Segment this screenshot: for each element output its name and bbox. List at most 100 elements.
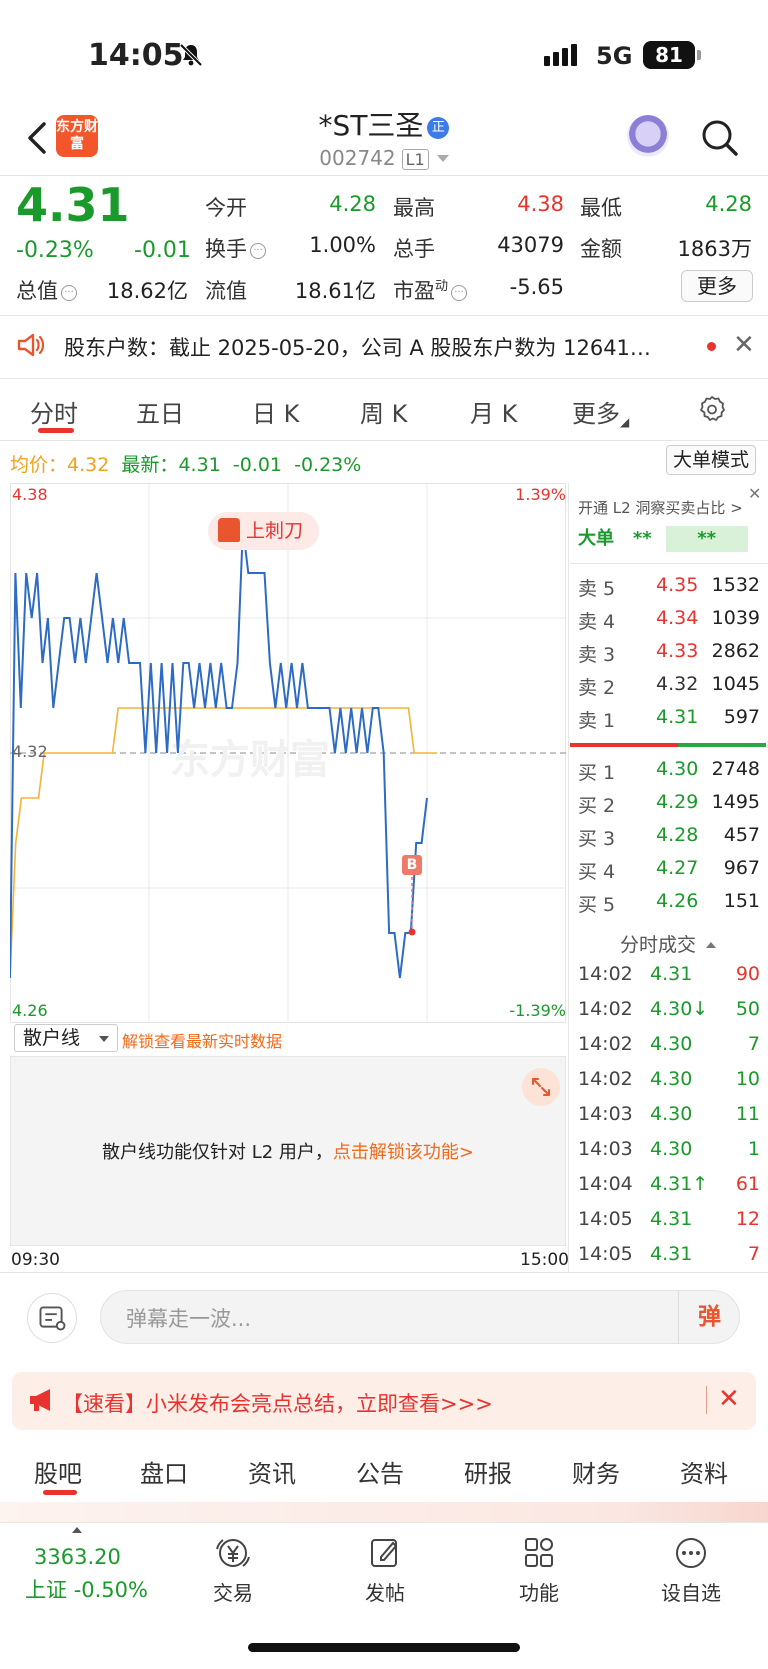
close-icon[interactable]: ✕ <box>748 484 761 503</box>
tab-active-indicator <box>43 1490 77 1495</box>
close-icon[interactable]: ✕ <box>733 330 755 360</box>
info-icon: ··· <box>451 285 468 301</box>
pe-label[interactable]: 市盈动 ··· <box>393 275 468 305</box>
promo-text[interactable]: 【速看】小米发布会亮点总结，立即查看>>> <box>62 1388 493 1418</box>
tab-finance[interactable]: 财务 <box>572 1454 620 1489</box>
tick-row: 14:03 4.30 11 <box>578 1103 760 1133</box>
x-end-label: 15:00 <box>520 1250 569 1270</box>
pattern-tag[interactable]: 上刺刀 <box>208 512 320 550</box>
tab-pankou[interactable]: 盘口 <box>140 1454 188 1489</box>
ticks-header[interactable]: 分时成交 <box>570 930 766 957</box>
tab-profile[interactable]: 资料 <box>680 1454 728 1489</box>
speaker-icon <box>17 333 45 357</box>
unlock-hint[interactable]: 解锁查看最新实时数据 <box>122 1028 282 1052</box>
battery-icon: 81 <box>643 41 695 69</box>
index-name: 上证 <box>25 1578 67 1602</box>
amount-label: 金额 <box>580 237 622 261</box>
gear-icon[interactable] <box>698 395 726 423</box>
index-name-row[interactable]: 上证 -0.50% <box>25 1574 148 1604</box>
divider <box>0 1272 768 1273</box>
tick-row: 14:02 4.30 10 <box>578 1068 760 1098</box>
ticks-title: 分时成交 <box>619 934 696 956</box>
ask-row: 卖 1 4.31 597 <box>578 706 760 734</box>
tick-price: 4.31 <box>650 1243 693 1265</box>
unlock-link[interactable]: 点击解锁该功能> <box>333 1142 474 1163</box>
nav-trade[interactable]: 交易 <box>188 1535 278 1606</box>
float-cap-label: 流值 <box>205 279 247 303</box>
ask-volume: 597 <box>723 706 760 728</box>
pe-superscript: 动 <box>435 279 449 294</box>
comment-settings-icon[interactable] <box>27 1293 77 1343</box>
tab-announcements[interactable]: 公告 <box>356 1454 404 1489</box>
turnover-label[interactable]: 换手 ··· <box>205 233 266 263</box>
intraday-chart[interactable]: 东方财富 <box>10 483 566 1023</box>
home-indicator <box>248 1643 520 1652</box>
bid-price: 4.28 <box>656 824 699 846</box>
edit-icon <box>371 1539 398 1567</box>
avg-value: 4.32 <box>67 454 110 476</box>
tab-research[interactable]: 研报 <box>464 1454 512 1489</box>
status-time: 14:05 <box>88 38 184 73</box>
tick-price: 4.30 <box>650 1138 693 1160</box>
pattern-icon <box>218 518 240 542</box>
big-order-mode-button[interactable]: 大单模式 <box>666 445 756 475</box>
volume-label: 总手 <box>393 237 435 261</box>
tab-monthly-k[interactable]: 月 K <box>470 394 517 429</box>
search-icon[interactable] <box>700 118 740 158</box>
volume-value: 43079 <box>497 233 564 257</box>
latest-pct: -0.23% <box>294 454 362 476</box>
status-bar: 14:05 5G 81 <box>0 0 768 100</box>
l2-promo-link[interactable]: 开通 L2 洞察买卖占比 > <box>578 497 743 518</box>
retail-message-text: 散户线功能仅针对 L2 用户， <box>101 1142 333 1163</box>
pe-value: -5.65 <box>509 275 564 299</box>
ask-row: 卖 5 4.35 1532 <box>578 574 760 602</box>
bid-label: 买 3 <box>578 828 616 850</box>
tab-active-indicator <box>38 428 74 433</box>
bid-row: 买 3 4.28 457 <box>578 824 760 852</box>
tab-weekly-k[interactable]: 周 K <box>360 394 407 429</box>
retail-line-select[interactable]: 散户线 <box>14 1024 118 1052</box>
retail-line-message: 散户线功能仅针对 L2 用户，点击解锁该功能> <box>10 1138 566 1164</box>
y-low-label: 4.26 <box>12 1001 48 1020</box>
open-label: 今开 <box>205 196 247 220</box>
bid-price: 4.27 <box>656 857 699 879</box>
nav-watchlist[interactable]: 设自选 <box>646 1535 736 1606</box>
expand-caret-icon[interactable] <box>72 1527 82 1533</box>
low-value: 4.28 <box>705 192 752 216</box>
danmaku-send-button[interactable]: 弹 <box>678 1290 740 1344</box>
tick-volume: 12 <box>735 1208 760 1230</box>
buy-marker[interactable]: B <box>402 855 422 875</box>
shareholder-notice[interactable]: 股东户数：截止 2025-05-20，公司 A 股股东户数为 12641… <box>64 332 674 362</box>
bid-label: 买 2 <box>578 795 616 817</box>
bid-volume: 1495 <box>711 791 760 813</box>
nav-functions-label: 功能 <box>519 1581 559 1605</box>
change-percent: -0.23% <box>16 238 94 263</box>
unread-dot <box>707 342 716 351</box>
bid-volume: 2748 <box>711 758 760 780</box>
divider <box>0 378 768 379</box>
tick-row: 14:03 4.30 1 <box>578 1138 760 1168</box>
nav-functions[interactable]: 功能 <box>494 1535 584 1606</box>
tab-news[interactable]: 资讯 <box>248 1454 296 1489</box>
mktcap-label-text: 总值 <box>16 279 58 303</box>
tab-intraday[interactable]: 分时 <box>30 394 78 429</box>
tab-five-day[interactable]: 五日 <box>136 394 184 429</box>
close-icon[interactable]: ✕ <box>718 1384 740 1414</box>
high-value: 4.38 <box>517 192 564 216</box>
index-value[interactable]: 3363.20 <box>34 1545 121 1569</box>
bid-price: 4.26 <box>656 890 699 912</box>
latest-value: 4.31 <box>178 454 221 476</box>
tick-time: 14:02 <box>578 998 633 1020</box>
more-button[interactable]: 更多 <box>681 270 753 302</box>
assistant-robot-icon[interactable] <box>627 115 669 157</box>
turnover-value: 1.00% <box>309 233 376 257</box>
tab-more[interactable]: 更多◢ <box>572 394 629 429</box>
tab-daily-k[interactable]: 日 K <box>252 394 299 429</box>
mktcap-label[interactable]: 总值 ··· <box>16 275 77 305</box>
latest-change: -0.01 <box>232 454 283 476</box>
expand-icon[interactable] <box>522 1068 560 1106</box>
nav-post[interactable]: 发帖 <box>340 1535 430 1606</box>
y-high-label: 4.38 <box>12 485 48 504</box>
divider <box>0 315 768 316</box>
tab-guba[interactable]: 股吧 <box>34 1454 82 1489</box>
